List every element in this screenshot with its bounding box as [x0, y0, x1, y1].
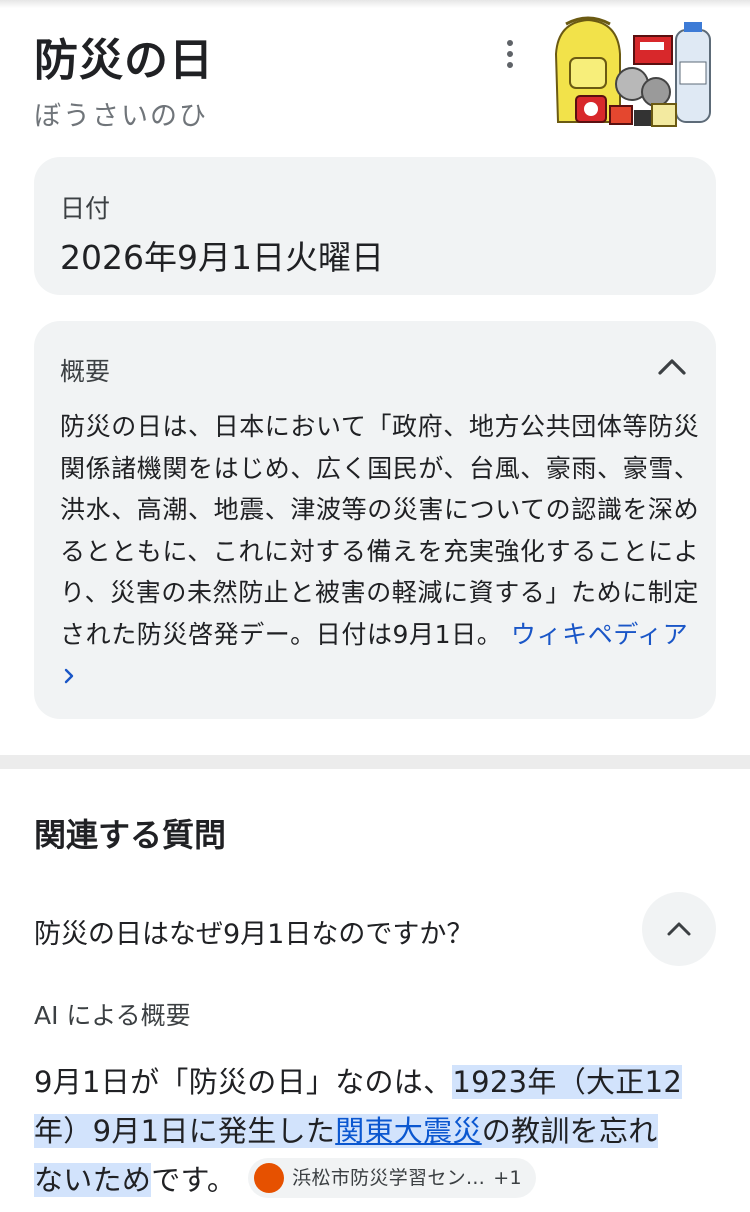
date-label: 日付: [60, 194, 111, 223]
wikipedia-link-label: ウィキペディア: [510, 619, 689, 649]
more-options-button[interactable]: [490, 32, 530, 76]
ai-answer: 9月1日が「防災の日」なのは、1923年（大正12年）9月1日に発生した関東大震…: [34, 1058, 724, 1205]
summary-text: 防災の日は、日本において「政府、地方公共団体等防災関係諸機関をはじめ、広く国民が…: [60, 406, 700, 697]
summary-label: 概要: [60, 357, 111, 386]
answer-highlight-2: ないため: [34, 1163, 152, 1197]
section-divider: [0, 755, 750, 769]
chevron-up-icon: [667, 922, 691, 936]
ai-overview-label: AI による概要: [34, 1001, 191, 1030]
answer-part3: です。: [151, 1163, 237, 1197]
kanto-earthquake-link[interactable]: 関東大震災: [335, 1114, 482, 1148]
title-reading: ぼうさいのひ: [34, 101, 208, 132]
chevron-right-icon: [64, 668, 74, 684]
question-collapse-button[interactable]: [642, 892, 716, 966]
source-favicon-icon: [254, 1163, 285, 1193]
source-chip[interactable]: 浜松市防災学習セン… +1: [248, 1158, 536, 1198]
emergency-kit-image[interactable]: [548, 14, 718, 130]
top-edge: [0, 0, 750, 8]
summary-body: 防災の日は、日本において「政府、地方公共団体等防災関係諸機関をはじめ、広く国民が…: [60, 412, 700, 649]
source-more-count: +1: [493, 1166, 522, 1189]
more-vert-icon: [507, 40, 513, 46]
source-name: 浜松市防災学習セン…: [292, 1166, 486, 1189]
chevron-up-icon[interactable]: [650, 347, 694, 387]
related-questions-heading: 関連する質問: [34, 816, 227, 854]
date-value: 2026年9月1日火曜日: [60, 238, 384, 277]
answer-part2: の教訓を忘れ: [481, 1114, 658, 1148]
summary-card: 概要 防災の日は、日本において「政府、地方公共団体等防災関係諸機関をはじめ、広く…: [34, 321, 716, 719]
page-title: 防災の日: [34, 35, 214, 86]
date-card: 日付 2026年9月1日火曜日: [34, 157, 716, 295]
question-text[interactable]: 防災の日はなぜ9月1日なのですか？: [34, 912, 473, 951]
answer-part1: 9月1日が「防災の日」なのは、: [34, 1065, 453, 1099]
